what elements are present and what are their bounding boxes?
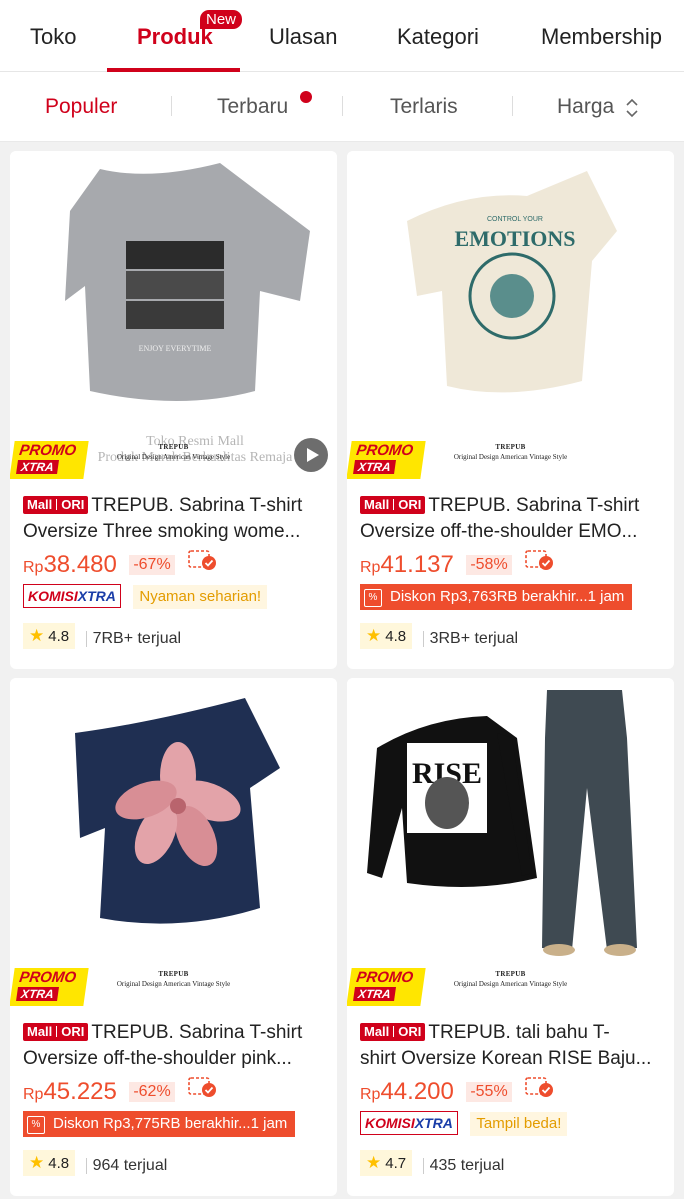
- price-row: Rp38.480 -67%: [23, 548, 217, 578]
- sort-bar: Populer Terbaru Terlaris Harga: [0, 72, 684, 142]
- rating-badge: ★ 4.8: [23, 1150, 76, 1176]
- svg-text:ENJOY EVERYTIME: ENJOY EVERYTIME: [139, 344, 212, 353]
- sort-populer[interactable]: Populer: [45, 95, 117, 119]
- sort-terbaru[interactable]: Terbaru: [217, 95, 288, 119]
- star-icon: ★: [29, 626, 45, 645]
- sold-count: 435 terjual: [422, 1158, 504, 1174]
- discount-badge: -62%: [129, 1082, 175, 1102]
- sold-count: 7RB+ terjual: [85, 631, 181, 647]
- tab-kategori[interactable]: Kategori: [397, 24, 479, 50]
- product-title[interactable]: Mall ORI TREPUB. Sabrina T-shirt Oversize …: [23, 493, 329, 545]
- tab-toko[interactable]: Toko: [30, 24, 76, 50]
- price: 41.137: [380, 551, 454, 578]
- sort-divider: [342, 96, 343, 116]
- product-title[interactable]: Mall ORI TREPUB. Sabrina T-shirt Oversize …: [360, 493, 666, 545]
- rating-badge: ★ 4.7: [360, 1150, 413, 1176]
- mall-ori-badge: Mall ORI: [23, 1023, 89, 1041]
- new-badge: New: [200, 10, 243, 29]
- star-icon: ★: [29, 1153, 45, 1172]
- discount-icon: %: [27, 1116, 45, 1134]
- product-card[interactable]: EMOTIONS CONTROL YOUR TREPUB Original De…: [347, 151, 674, 669]
- shop-tab-bar: Toko Produk New Ulasan Kategori Membersh…: [0, 0, 684, 72]
- promo-xtra-badge: PROMO XTRA: [10, 968, 89, 1006]
- product-card[interactable]: ENJOY EVERYTIME Toko Resmi Mall Produk M…: [10, 151, 337, 669]
- promo-xtra-badge: PROMO XTRA: [347, 968, 426, 1006]
- product-image[interactable]: ENJOY EVERYTIME Toko Resmi Mall Produk M…: [10, 151, 337, 479]
- mall-ori-badge: Mall ORI: [360, 1023, 426, 1041]
- product-card[interactable]: TREPUB Original Design American Vintage …: [10, 678, 337, 1196]
- product-image[interactable]: TREPUB Original Design American Vintage …: [10, 678, 337, 1006]
- product-image[interactable]: EMOTIONS CONTROL YOUR TREPUB Original De…: [347, 151, 674, 479]
- price-row: Rp44.200 -55%: [360, 1075, 554, 1105]
- mall-ori-badge: Mall ORI: [360, 496, 426, 514]
- play-video-icon[interactable]: [294, 438, 328, 472]
- price-row: Rp45.225 -62%: [23, 1075, 217, 1105]
- black-tshirt-jeans-image: RISE: [367, 690, 637, 956]
- svg-text:CONTROL YOUR: CONTROL YOUR: [487, 216, 543, 223]
- discount-timer-banner: % Diskon Rp3,763RB berakhir...1 jam: [360, 584, 633, 610]
- svg-text:EMOTIONS: EMOTIONS: [454, 226, 575, 251]
- new-indicator-dot: [300, 91, 312, 103]
- product-title[interactable]: Mall ORI TREPUB. tali bahu T- shirt Oversi…: [360, 1020, 666, 1072]
- price-row: Rp41.137 -58%: [360, 548, 554, 578]
- discount-badge: -58%: [466, 555, 512, 575]
- cream-tshirt-image: EMOTIONS CONTROL YOUR: [407, 171, 617, 393]
- tab-membership[interactable]: Membership: [541, 24, 662, 50]
- price: 44.200: [380, 1078, 454, 1105]
- feature-chip: Tampil beda!: [470, 1112, 568, 1136]
- product-card[interactable]: RISE TREPUB Original Design American Vin…: [347, 678, 674, 1196]
- star-icon: ★: [366, 1153, 382, 1172]
- product-image[interactable]: RISE TREPUB Original Design American Vin…: [347, 678, 674, 1006]
- sort-arrows-icon[interactable]: [624, 96, 640, 120]
- promo-xtra-badge: PROMO XTRA: [347, 441, 426, 479]
- voucher-check-icon: [188, 550, 217, 570]
- discount-badge: -67%: [129, 555, 175, 575]
- discount-badge: -55%: [466, 1082, 512, 1102]
- feature-chip: Nyaman seharian!: [133, 585, 268, 609]
- sort-harga[interactable]: Harga: [557, 95, 614, 119]
- sold-count: 3RB+ terjual: [422, 631, 518, 647]
- sort-terlaris[interactable]: Terlaris: [390, 95, 458, 119]
- rating-badge: ★ 4.8: [23, 623, 76, 649]
- rating-badge: ★ 4.8: [360, 623, 413, 649]
- grey-tshirt-image: ENJOY EVERYTIME: [65, 163, 310, 401]
- price: 38.480: [43, 551, 117, 578]
- price: 45.225: [43, 1078, 117, 1105]
- mall-ori-badge: Mall ORI: [23, 496, 89, 514]
- product-title[interactable]: Mall ORI TREPUB. Sabrina T-shirt Oversize …: [23, 1020, 329, 1072]
- tab-ulasan[interactable]: Ulasan: [269, 24, 337, 50]
- komisi-xtra-badge: KOMISIXTRA: [360, 1111, 458, 1135]
- voucher-check-icon: [525, 550, 554, 570]
- sort-divider: [171, 96, 172, 116]
- star-icon: ★: [366, 626, 382, 645]
- sort-divider: [512, 96, 513, 116]
- navy-tshirt-image: [75, 698, 280, 924]
- komisi-xtra-badge: KOMISIXTRA: [23, 584, 121, 608]
- promo-xtra-badge: PROMO XTRA: [10, 441, 89, 479]
- sold-count: 964 terjual: [85, 1158, 167, 1174]
- voucher-check-icon: [188, 1077, 217, 1097]
- discount-timer-banner: % Diskon Rp3,775RB berakhir...1 jam: [23, 1111, 296, 1137]
- voucher-check-icon: [525, 1077, 554, 1097]
- discount-icon: %: [364, 589, 382, 607]
